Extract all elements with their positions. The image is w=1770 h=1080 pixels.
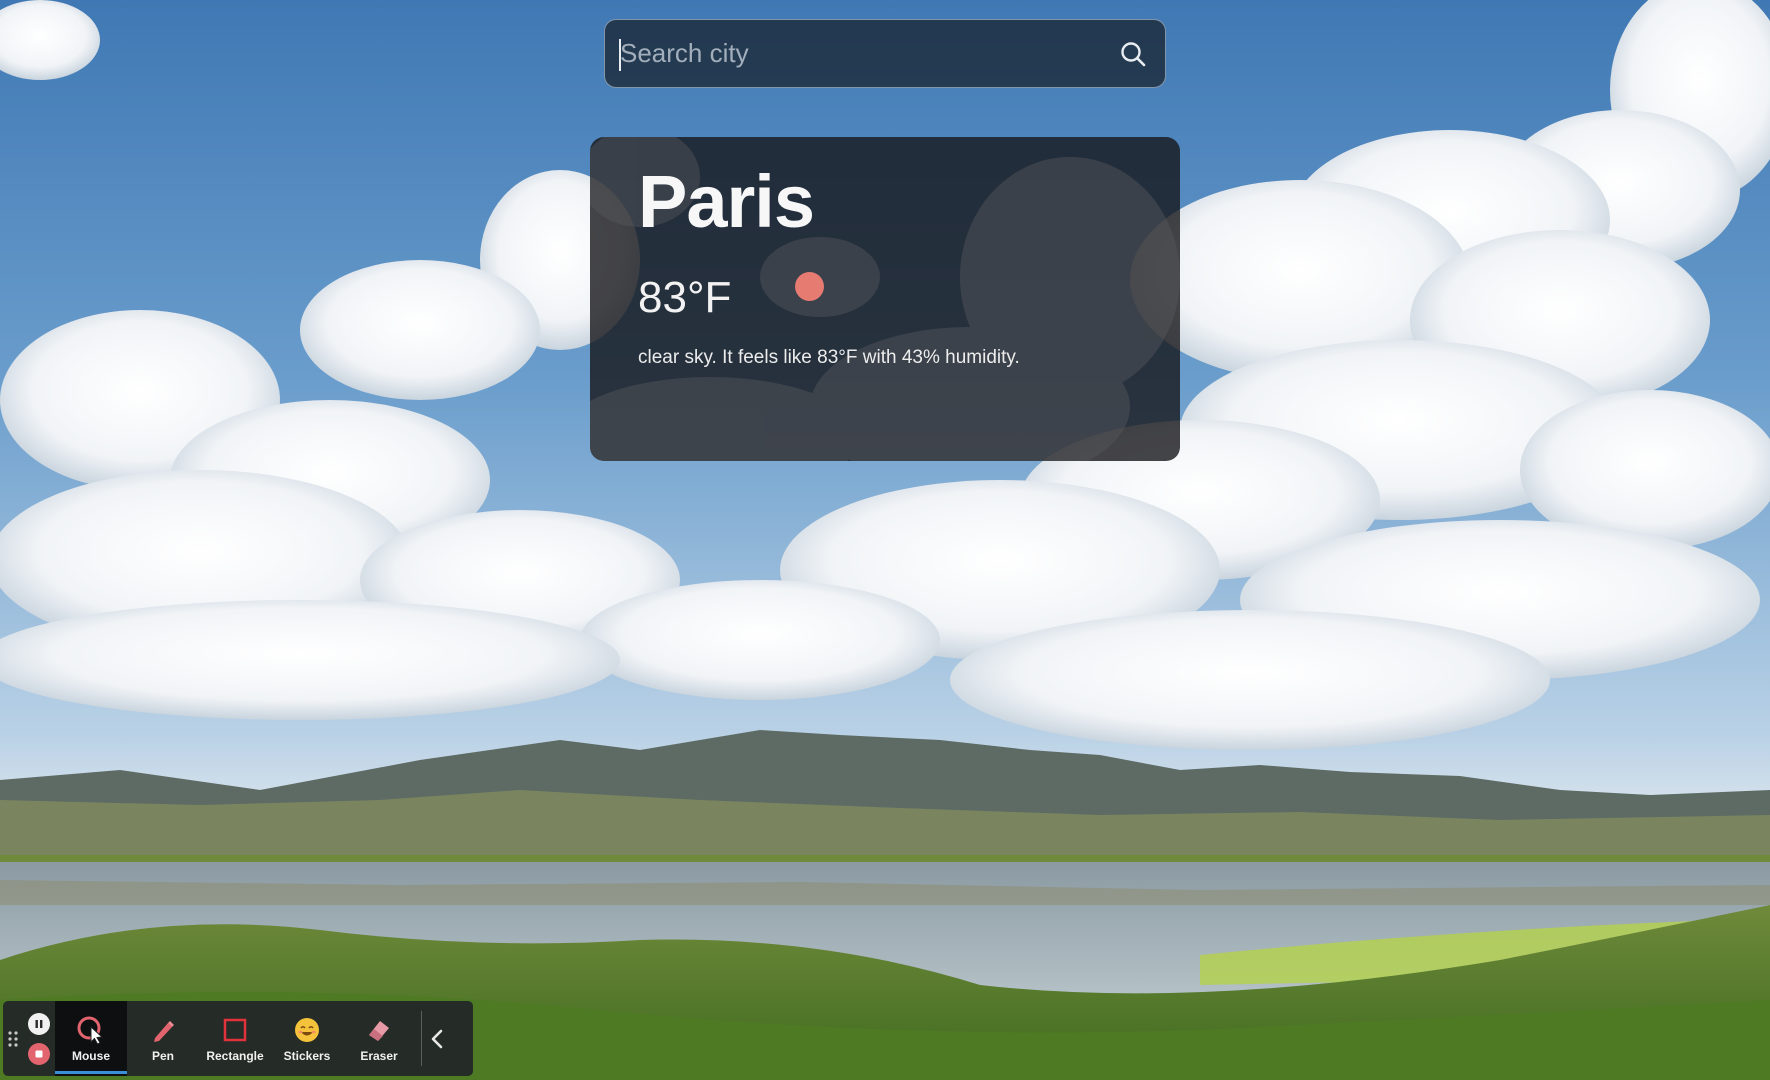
pause-icon	[35, 1019, 43, 1028]
tool-label: Pen	[151, 1048, 174, 1063]
tool-label: Stickers	[283, 1048, 331, 1063]
tool-label: Eraser	[360, 1048, 398, 1063]
tool-rectangle[interactable]: Rectangle	[199, 1001, 271, 1076]
tool-mouse[interactable]: Mouse	[55, 1001, 127, 1076]
pause-button[interactable]	[28, 1012, 50, 1035]
drag-grip-icon[interactable]	[3, 1001, 23, 1076]
tool-pen[interactable]: Pen	[127, 1001, 199, 1076]
collapse-toolbar-button[interactable]	[422, 1001, 452, 1076]
tool-label: Rectangle	[206, 1048, 264, 1063]
annotation-toolbar: Mouse Pen Rectangle Stickers Eraser	[3, 1001, 473, 1076]
chevron-left-icon	[431, 1029, 443, 1048]
tool-stickers[interactable]: Stickers	[271, 1001, 343, 1076]
tool-eraser[interactable]: Eraser	[343, 1001, 415, 1076]
temperature: 83°F	[638, 273, 732, 322]
weather-description: clear sky. It feels like 83°F with 43% h…	[638, 347, 1020, 368]
recording-controls	[23, 1001, 55, 1076]
rectangle-icon	[223, 1018, 247, 1041]
search-icon	[1121, 41, 1146, 66]
eraser-icon	[369, 1020, 389, 1041]
stop-button[interactable]	[28, 1042, 50, 1065]
mouse-cursor-icon	[77, 1016, 104, 1045]
search-bar	[604, 19, 1166, 88]
text-caret	[619, 39, 621, 71]
stop-icon	[35, 1050, 43, 1057]
weather-condition-icon	[795, 272, 824, 301]
weather-card: Paris 83°F clear sky. It feels like 83°F…	[590, 137, 1180, 461]
pen-icon	[154, 1020, 174, 1042]
search-city-input[interactable]	[605, 20, 1111, 87]
sticker-smiley-icon	[295, 1017, 319, 1042]
search-button[interactable]	[1111, 32, 1155, 76]
tool-label: Mouse	[71, 1048, 110, 1063]
city-name: Paris	[638, 160, 815, 243]
